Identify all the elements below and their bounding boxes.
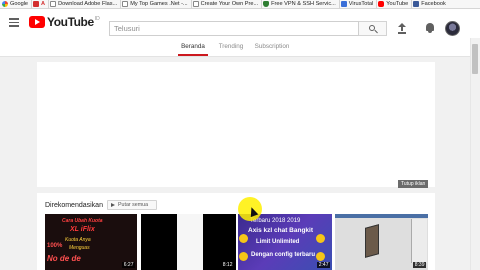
tab-subscription[interactable]: Subscription (252, 40, 292, 56)
bookmarks-bar: Google A Download Adobe Flas... My Top G… (0, 0, 480, 9)
tab-beranda[interactable]: Beranda (178, 40, 208, 56)
notification-bell-icon[interactable] (425, 22, 435, 34)
bookmark-google[interactable]: Google (1, 0, 33, 9)
video-duration: 8:12 (221, 262, 234, 268)
video-thumbnail[interactable]: Cara Ubah Kuota XL iFlix Kuota Anya Meng… (45, 214, 137, 270)
feed-tabs: Beranda Trending Subscription (0, 38, 480, 57)
upload-icon[interactable] (397, 23, 407, 34)
play-all-button[interactable]: Putar semua (107, 200, 157, 210)
shelf-title: Direkomendasikan (45, 202, 103, 209)
close-ad-button[interactable]: Tutup iklan (398, 180, 429, 188)
emoji-icon (316, 252, 325, 261)
bookmark-adobe[interactable]: A (32, 0, 50, 9)
menu-icon[interactable] (9, 18, 19, 27)
logo-region: ID (94, 16, 100, 22)
bookmark-my-top-games[interactable]: My Top Games .Net -... (121, 0, 192, 9)
ad-banner[interactable] (37, 62, 435, 187)
video-thumbnail[interactable]: Terbaru 2018 2019 Axis kzl chat Bangkit … (238, 214, 332, 270)
play-icon (111, 203, 115, 207)
scrollbar-thumb[interactable] (472, 44, 478, 74)
virustotal-icon (340, 1, 347, 7)
video-thumbnail[interactable]: 8:39 (335, 214, 428, 270)
google-icon (2, 1, 8, 7)
bookmark-facebook[interactable]: Facebook (412, 0, 449, 9)
emoji-icon (239, 252, 248, 261)
bookmark-create-your-own[interactable]: Create Your Own Pre... (192, 0, 263, 9)
youtube-icon (378, 1, 385, 7)
shield-icon (263, 1, 270, 7)
video-duration: 6:27 (122, 262, 135, 268)
browser-page: Google A Download Adobe Flas... My Top G… (0, 0, 480, 270)
bookmark-download-adobe-flash[interactable]: Download Adobe Flas... (49, 0, 122, 9)
avatar[interactable] (445, 21, 460, 36)
video-thumbnail[interactable]: 8:12 (177, 214, 236, 270)
bookmark-free-vpn[interactable]: Free VPN & SSH Servic... (262, 0, 340, 9)
emoji-icon (316, 234, 325, 243)
youtube-logo[interactable]: YouTube ID (29, 16, 100, 29)
video-duration: 8:39 (413, 262, 426, 268)
video-thumbnail[interactable] (141, 214, 177, 270)
video-duration: 2:47 (317, 262, 330, 268)
search-input[interactable] (109, 21, 359, 36)
document-icon (122, 1, 129, 7)
document-icon (192, 1, 199, 7)
document-icon (50, 1, 57, 7)
bookmark-youtube[interactable]: YouTube (377, 0, 413, 9)
youtube-header: YouTube ID (0, 9, 480, 38)
bookmark-virustotal[interactable]: VirusTotal (340, 0, 378, 9)
adobe-icon (33, 1, 40, 7)
emoji-icon (239, 234, 248, 243)
tab-trending[interactable]: Trending (216, 40, 246, 56)
search-button[interactable] (359, 21, 387, 36)
facebook-icon (413, 1, 420, 7)
youtube-play-icon (29, 16, 45, 28)
